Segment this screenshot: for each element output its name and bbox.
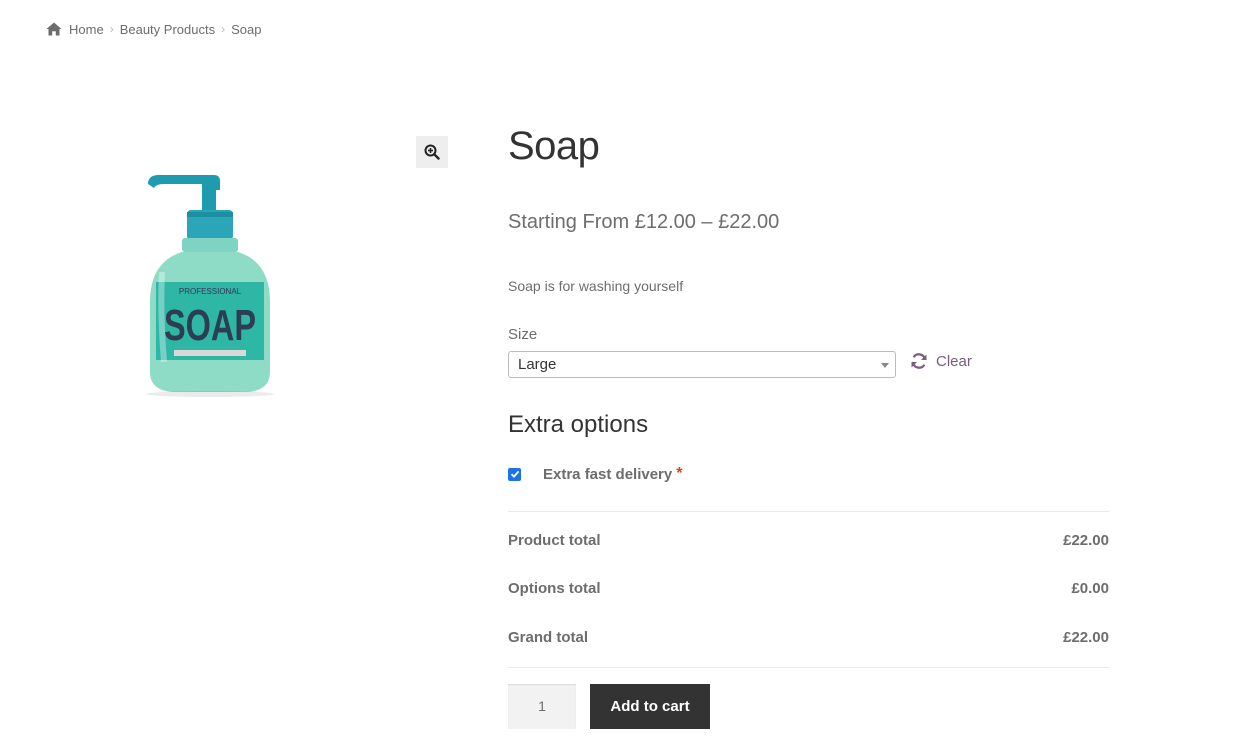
options-total-value: £0.00 — [1071, 580, 1109, 597]
product-title: Soap — [508, 124, 600, 168]
refresh-icon — [911, 353, 927, 369]
size-label: Size — [508, 326, 538, 343]
add-to-cart-button[interactable]: Add to cart — [590, 684, 710, 729]
breadcrumb-home-link[interactable]: Home — [69, 22, 104, 37]
image-brand-text: PROFESSIONAL — [179, 287, 242, 296]
grand-total-label: Grand total — [508, 629, 589, 646]
home-icon[interactable] — [46, 22, 62, 36]
breadcrumb-separator: › — [109, 22, 114, 36]
product-image[interactable]: PROFESSIONAL SOAP — [132, 172, 282, 398]
extra-fast-delivery-option: Extra fast delivery * — [508, 465, 682, 483]
quantity-input[interactable]: 1 — [508, 684, 576, 729]
soap-bottle-image: PROFESSIONAL SOAP — [146, 174, 274, 397]
checkmark-icon — [510, 470, 519, 478]
chevron-down-icon — [881, 363, 889, 368]
zoom-in-icon — [424, 144, 440, 160]
totals-table: Product total £22.00 Options total £0.00… — [508, 511, 1109, 668]
required-marker: * — [676, 465, 683, 482]
breadcrumb-current: Soap — [231, 21, 262, 37]
grand-total-row: Grand total £22.00 — [508, 629, 1109, 646]
breadcrumb-category-link[interactable]: Beauty Products — [120, 22, 215, 37]
options-total-label: Options total — [508, 580, 601, 597]
clear-variation-link[interactable]: Clear — [910, 351, 972, 371]
extra-fast-delivery-checkbox[interactable] — [508, 467, 521, 481]
options-total-row: Options total £0.00 — [508, 580, 1109, 597]
product-gallery: PROFESSIONAL SOAP — [46, 136, 448, 436]
product-price: Starting From £12.00 – £22.00 — [508, 211, 780, 233]
product-total-label: Product total — [508, 532, 601, 549]
breadcrumb-separator: › — [221, 22, 226, 36]
zoom-button[interactable] — [416, 136, 448, 168]
product-short-description: Soap is for washing yourself — [508, 278, 684, 294]
extra-options-heading: Extra options — [508, 411, 649, 438]
clear-label: Clear — [936, 352, 972, 370]
image-main-text: SOAP — [164, 301, 256, 350]
size-select-value: Large — [518, 356, 557, 373]
product-total-value: £22.00 — [1063, 532, 1109, 549]
extra-fast-delivery-label[interactable]: Extra fast delivery — [543, 466, 672, 483]
grand-total-value: £22.00 — [1063, 629, 1109, 646]
product-total-row: Product total £22.00 — [508, 532, 1109, 549]
size-select[interactable]: Large — [508, 351, 896, 378]
breadcrumb: Home › Beauty Products › Soap — [46, 20, 261, 38]
